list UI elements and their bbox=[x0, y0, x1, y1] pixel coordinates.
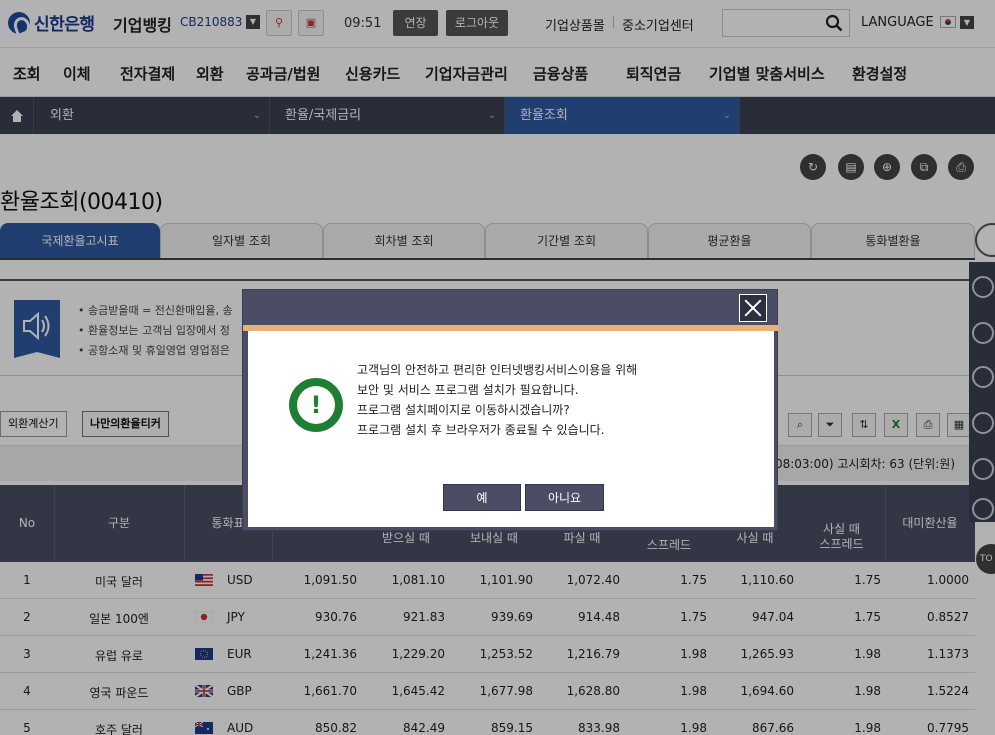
close-icon[interactable] bbox=[739, 294, 767, 322]
security-install-dialog: ! 고객님의 안전하고 편리한 인터넷뱅킹서비스이용을 위해 보안 및 서비스 … bbox=[242, 289, 779, 531]
dialog-message-line: 프로그램 설치 후 브라우저가 종료될 수 있습니다. bbox=[357, 423, 605, 437]
dialog-message-line: 보안 및 서비스 프로그램 설치가 필요합니다. bbox=[357, 383, 579, 397]
yes-button[interactable]: 예 bbox=[443, 484, 521, 511]
dialog-message-line: 프로그램 설치페이지로 이동하시겠습니까? bbox=[357, 403, 570, 417]
alert-icon: ! bbox=[289, 378, 343, 432]
no-button[interactable]: 아니요 bbox=[525, 484, 604, 511]
dialog-message-line: 고객님의 안전하고 편리한 인터넷뱅킹서비스이용을 위해 bbox=[357, 363, 638, 377]
exclamation-icon: ! bbox=[297, 386, 335, 424]
dialog-body: ! 고객님의 안전하고 편리한 인터넷뱅킹서비스이용을 위해 보안 및 서비스 … bbox=[248, 331, 774, 527]
